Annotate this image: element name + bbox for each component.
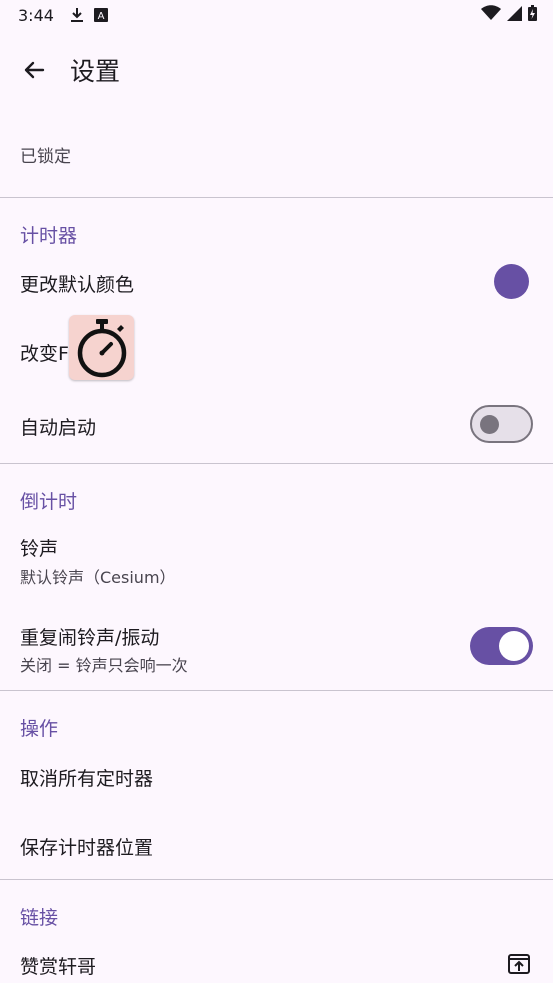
divider	[0, 879, 553, 880]
save-positions-row[interactable]: 保存计时器位置	[0, 814, 553, 878]
section-header-actions: 操作	[20, 718, 59, 740]
app-bar: 设置	[0, 40, 553, 100]
status-bar: 3:44 A	[0, 0, 553, 30]
repeat-row[interactable]: 重复闹铃声/振动 关闭 = 铃声只会响一次	[0, 615, 553, 685]
change-color-label: 更改默认颜色	[20, 274, 135, 296]
repeat-switch[interactable]	[470, 627, 533, 665]
divider	[0, 690, 553, 691]
cancel-all-label: 取消所有定时器	[20, 768, 154, 790]
wifi-icon	[481, 5, 501, 25]
signal-icon	[507, 5, 522, 25]
divider	[0, 197, 553, 198]
page-title: 设置	[70, 57, 121, 86]
color-swatch[interactable]	[494, 264, 529, 299]
a-badge-icon: A	[93, 8, 108, 22]
ringtone-summary: 默认铃声（Cesium）	[20, 568, 176, 587]
locked-label: 已锁定	[20, 147, 71, 167]
section-header-timer: 计时器	[20, 225, 78, 247]
auto-start-row[interactable]: 自动启动	[0, 392, 553, 456]
change-color-row[interactable]: 更改默认颜色	[0, 250, 553, 314]
ringtone-row[interactable]: 铃声 默认铃声（Cesium）	[0, 526, 553, 596]
stopwatch-icon	[77, 318, 126, 377]
repeat-summary: 关闭 = 铃声只会响一次	[20, 656, 188, 675]
switch-thumb	[499, 631, 529, 661]
battery-charging-icon	[528, 5, 537, 25]
donate-row[interactable]: 赞赏轩哥	[0, 940, 553, 983]
open-in-new-icon	[508, 954, 530, 974]
arrow-back-icon	[24, 61, 45, 79]
cancel-all-row[interactable]: 取消所有定时器	[0, 745, 553, 809]
auto-start-label: 自动启动	[20, 417, 97, 439]
switch-thumb	[480, 415, 499, 434]
back-button[interactable]	[14, 50, 54, 90]
locked-row[interactable]: 已锁定	[0, 120, 553, 190]
change-icon-label: 改变F	[20, 343, 69, 365]
section-header-links: 链接	[20, 907, 59, 929]
floating-stopwatch-button[interactable]	[69, 315, 134, 380]
donate-label: 赞赏轩哥	[20, 956, 97, 978]
download-icon	[70, 7, 84, 23]
divider	[0, 463, 553, 464]
section-header-countdown: 倒计时	[20, 491, 78, 513]
repeat-label: 重复闹铃声/振动	[20, 627, 160, 649]
ringtone-label: 铃声	[20, 538, 59, 560]
auto-start-switch[interactable]	[470, 405, 533, 443]
save-positions-label: 保存计时器位置	[20, 837, 154, 859]
svg-text:A: A	[98, 11, 105, 22]
status-time: 3:44	[18, 5, 54, 25]
